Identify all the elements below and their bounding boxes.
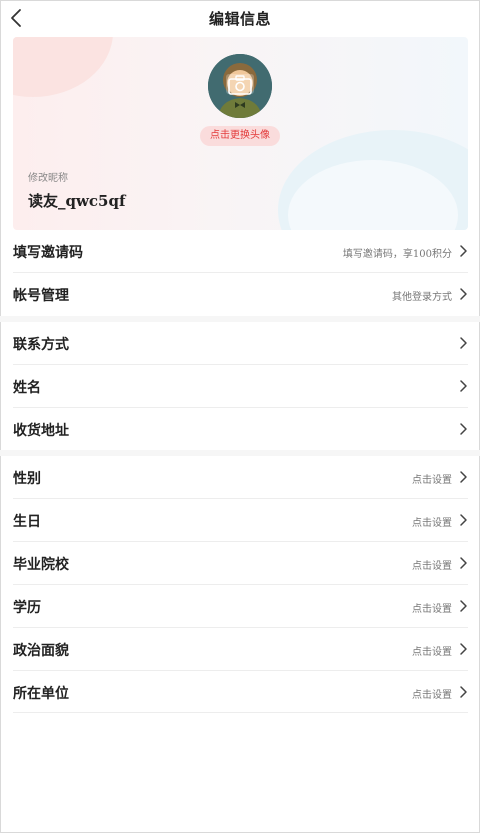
- row-value: 点击设置: [412, 561, 452, 572]
- chevron-right-icon: [460, 288, 467, 300]
- school-row[interactable]: 毕业院校 点击设置: [13, 542, 468, 584]
- camera-icon: [228, 75, 252, 95]
- chevron-right-icon: [460, 514, 467, 526]
- row-label: 学历: [13, 600, 41, 616]
- row-value: 点击设置: [412, 690, 452, 701]
- row-value: 点击设置: [412, 604, 452, 615]
- birthday-row[interactable]: 生日 点击设置: [13, 499, 468, 541]
- profile-card: 点击更换头像 修改昵称 读友_qwc5qf: [13, 37, 468, 230]
- chevron-right-icon: [460, 600, 467, 612]
- page-title: 编辑信息: [208, 10, 271, 28]
- row-value: 点击设置: [412, 518, 452, 529]
- chevron-right-icon: [460, 423, 467, 435]
- nickname-value[interactable]: 读友_qwc5qf: [28, 190, 125, 211]
- row-label: 联系方式: [13, 337, 69, 353]
- divider: [13, 712, 468, 713]
- chevron-right-icon: [460, 557, 467, 569]
- chevron-right-icon: [460, 643, 467, 655]
- decorative-blob: [13, 37, 113, 97]
- row-label: 所在单位: [13, 686, 69, 702]
- chevron-right-icon: [460, 471, 467, 483]
- contact-row[interactable]: 联系方式: [13, 322, 468, 364]
- row-label: 政治面貌: [13, 643, 69, 659]
- political-status-row[interactable]: 政治面貌 点击设置: [13, 628, 468, 670]
- nickname-label: 修改昵称: [28, 173, 68, 184]
- row-label: 帐号管理: [13, 288, 69, 304]
- row-value: 填写邀请码，享100积分: [342, 249, 452, 260]
- row-label: 填写邀请码: [13, 245, 83, 261]
- row-label: 收货地址: [13, 423, 69, 439]
- row-value: 其他登录方式: [392, 292, 452, 303]
- name-row[interactable]: 姓名: [13, 365, 468, 407]
- chevron-right-icon: [460, 380, 467, 392]
- row-label: 性别: [13, 471, 41, 487]
- chevron-right-icon: [460, 245, 467, 257]
- row-label: 毕业院校: [13, 557, 69, 573]
- avatar[interactable]: [208, 54, 272, 118]
- row-label: 姓名: [13, 380, 41, 396]
- shipping-address-row[interactable]: 收货地址: [13, 408, 468, 450]
- row-value: 点击设置: [412, 647, 452, 658]
- gender-row[interactable]: 性别 点击设置: [13, 456, 468, 498]
- row-value: 点击设置: [412, 475, 452, 486]
- row-label: 生日: [13, 514, 41, 530]
- change-avatar-button[interactable]: 点击更换头像: [200, 126, 280, 146]
- top-bar: 编辑信息: [0, 0, 480, 36]
- chevron-right-icon: [460, 337, 467, 349]
- account-management-row[interactable]: 帐号管理 其他登录方式: [13, 273, 468, 315]
- education-row[interactable]: 学历 点击设置: [13, 585, 468, 627]
- employer-row[interactable]: 所在单位 点击设置: [13, 671, 468, 713]
- chevron-right-icon: [460, 686, 467, 698]
- invite-code-row[interactable]: 填写邀请码 填写邀请码，享100积分: [13, 230, 468, 272]
